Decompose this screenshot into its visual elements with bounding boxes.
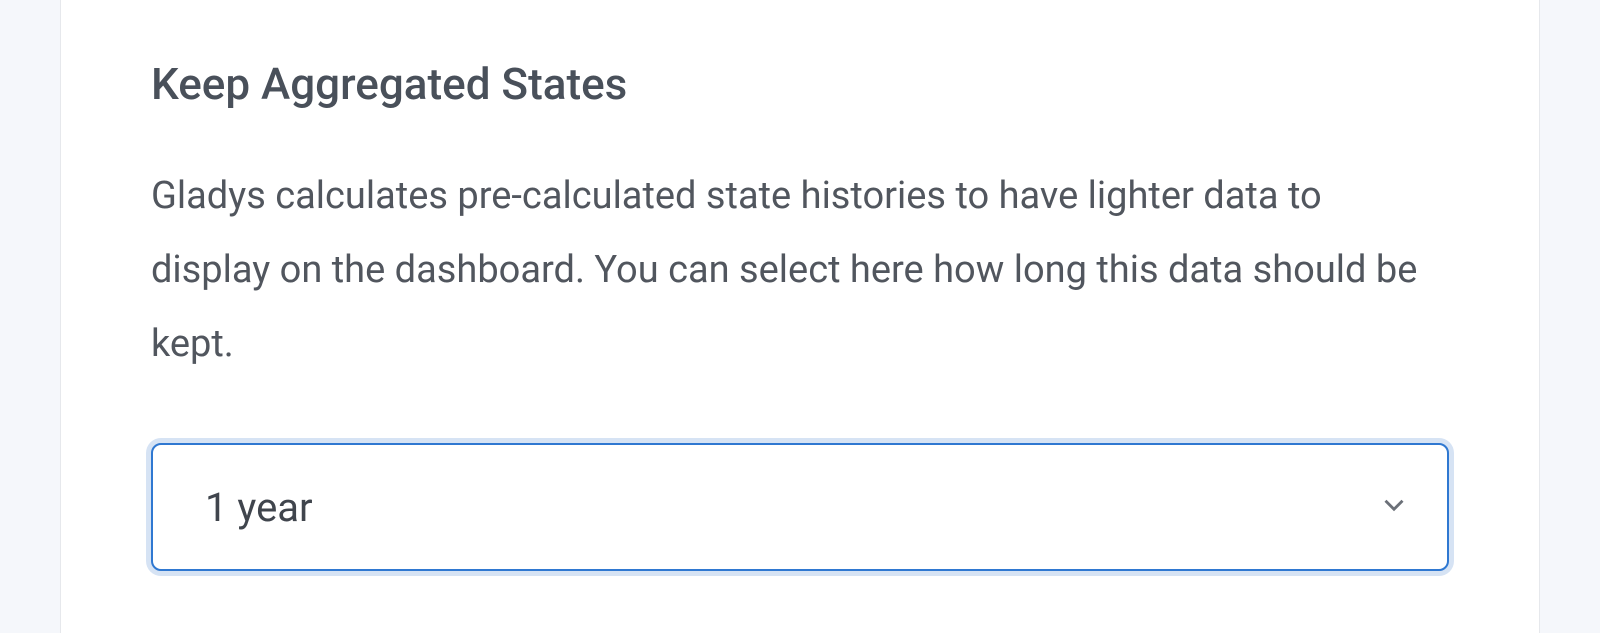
retention-duration-select[interactable]: 1 year bbox=[151, 443, 1449, 571]
section-description: Gladys calculates pre-calculated state h… bbox=[151, 159, 1449, 381]
section-title-keep-aggregated-states: Keep Aggregated States bbox=[151, 58, 1449, 111]
page-background: Keep Aggregated States Gladys calculates… bbox=[0, 0, 1600, 633]
settings-card: Keep Aggregated States Gladys calculates… bbox=[60, 0, 1540, 633]
retention-duration-selected-value: 1 year bbox=[205, 484, 313, 531]
